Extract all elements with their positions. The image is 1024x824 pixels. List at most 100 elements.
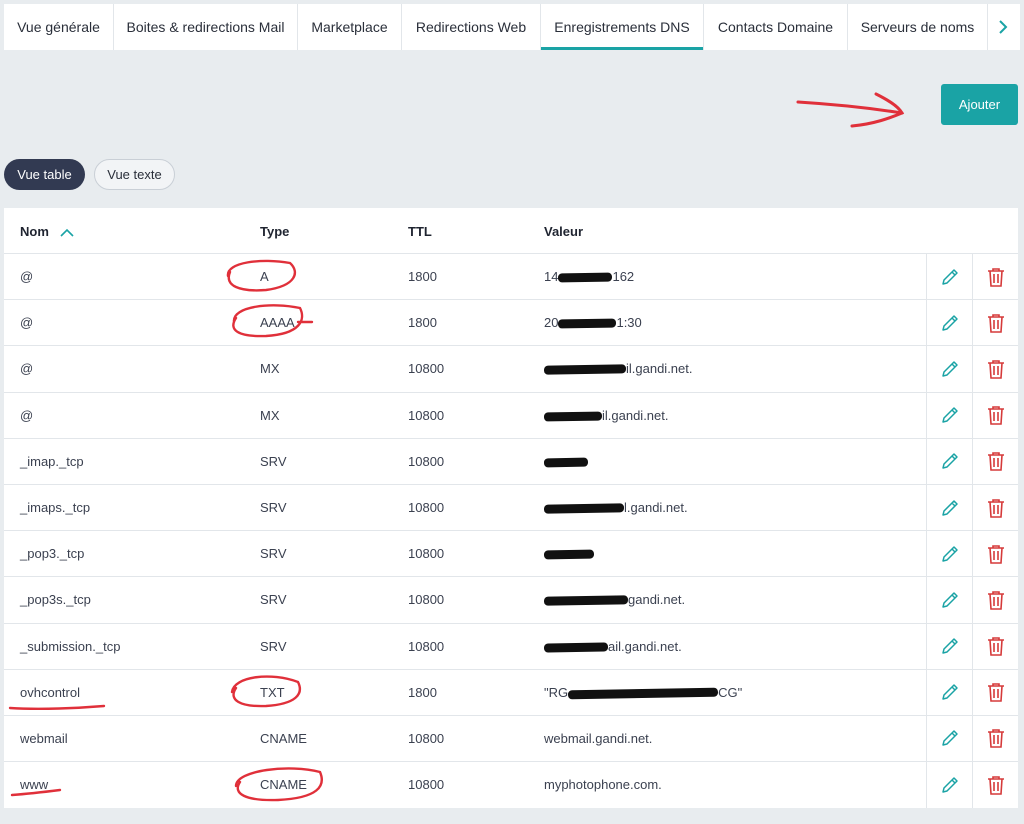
table-row: _submission._tcp SRV 10800 ail.gandi.net… bbox=[4, 623, 1018, 670]
table-row: @ A 1800 14 162 bbox=[4, 254, 1018, 301]
delete-button[interactable] bbox=[972, 531, 1018, 577]
delete-button[interactable] bbox=[972, 623, 1018, 669]
record-type: TXT bbox=[260, 684, 285, 700]
trash-icon bbox=[987, 406, 1004, 425]
column-value-header: Valeur bbox=[544, 224, 584, 239]
tab-bar: Vue générale Boites & redirections Mail … bbox=[4, 4, 1020, 50]
record-ttl: 10800 bbox=[408, 407, 445, 423]
edit-button[interactable] bbox=[926, 392, 972, 438]
record-ttl: 10800 bbox=[408, 592, 445, 608]
edit-button[interactable] bbox=[926, 531, 972, 577]
record-name: _imaps._tcp bbox=[20, 499, 91, 515]
chevron-up-icon[interactable] bbox=[59, 228, 75, 238]
delete-button[interactable] bbox=[972, 484, 1018, 531]
column-type-header: Type bbox=[260, 224, 290, 239]
record-ttl: 10800 bbox=[408, 453, 445, 469]
record-value: il.gandi.net. bbox=[543, 408, 669, 423]
redaction-mark bbox=[543, 411, 603, 422]
edit-button[interactable] bbox=[926, 623, 972, 669]
table-row: @ AAAA 1800 20 1:30 bbox=[4, 300, 1018, 347]
tab-dns-records[interactable]: Enregistrements DNS bbox=[541, 4, 704, 50]
table-row: _imap._tcp SRV 10800 bbox=[4, 438, 1018, 485]
edit-button[interactable] bbox=[926, 669, 972, 715]
edit-button[interactable] bbox=[926, 715, 972, 762]
record-ttl: 10800 bbox=[408, 777, 445, 793]
delete-button[interactable] bbox=[972, 300, 1018, 346]
pencil-icon bbox=[941, 453, 958, 470]
view-text-toggle[interactable]: Vue texte bbox=[94, 159, 175, 190]
trash-icon bbox=[987, 498, 1004, 518]
edit-button[interactable] bbox=[926, 577, 972, 623]
trash-icon bbox=[987, 452, 1004, 472]
delete-button[interactable] bbox=[972, 254, 1018, 300]
record-name: _pop3s._tcp bbox=[20, 592, 91, 608]
delete-button[interactable] bbox=[972, 392, 1018, 438]
pencil-icon bbox=[941, 268, 958, 285]
delete-button[interactable] bbox=[972, 438, 1018, 484]
record-value: 14 162 bbox=[544, 269, 635, 284]
redaction-mark bbox=[558, 318, 617, 329]
record-value: gandi.net. bbox=[543, 592, 685, 607]
delete-button[interactable] bbox=[972, 577, 1018, 623]
tab-name-servers[interactable]: Serveurs de noms bbox=[848, 4, 988, 50]
edit-button[interactable] bbox=[926, 762, 972, 809]
tab-mail[interactable]: Boites & redirections Mail bbox=[114, 4, 298, 50]
table-row: @ MX 10800 il.gandi.net. bbox=[4, 392, 1018, 439]
edit-button[interactable] bbox=[926, 254, 972, 300]
redaction-mark bbox=[543, 457, 589, 468]
delete-button[interactable] bbox=[972, 762, 1018, 809]
add-record-button[interactable]: Ajouter bbox=[941, 84, 1018, 125]
chevron-right-icon[interactable] bbox=[988, 4, 1018, 50]
dns-records-table: Nom Type TTL Valeur @ A 1800 14 162 @ AAA… bbox=[4, 208, 1018, 809]
delete-button[interactable] bbox=[972, 669, 1018, 715]
table-row: ovhcontrol TXT 1800 "RG CG" bbox=[4, 669, 1018, 716]
record-name: www bbox=[20, 777, 49, 793]
redaction-mark bbox=[543, 595, 629, 607]
redaction-mark bbox=[543, 549, 595, 560]
record-value: "RG CG" bbox=[544, 684, 743, 700]
delete-button[interactable] bbox=[972, 346, 1018, 392]
trash-icon bbox=[987, 360, 1004, 379]
column-name-header[interactable]: Nom bbox=[20, 224, 75, 239]
record-type: SRV bbox=[260, 499, 287, 515]
edit-button[interactable] bbox=[926, 484, 972, 531]
record-name: webmail bbox=[20, 730, 68, 746]
trash-icon bbox=[987, 683, 1004, 703]
record-type: SRV bbox=[260, 638, 287, 654]
tab-web-redirects[interactable]: Redirections Web bbox=[402, 4, 541, 50]
record-type: SRV bbox=[260, 546, 287, 562]
record-value: myphotophone.com. bbox=[544, 777, 662, 793]
redaction-mark bbox=[543, 364, 627, 376]
record-type: MX bbox=[260, 407, 280, 423]
tab-overview[interactable]: Vue générale bbox=[4, 4, 114, 50]
view-table-toggle[interactable]: Vue table bbox=[4, 159, 85, 190]
record-name: _imap._tcp bbox=[20, 453, 84, 469]
edit-button[interactable] bbox=[926, 346, 972, 392]
record-ttl: 10800 bbox=[408, 499, 445, 515]
record-type: CNAME bbox=[260, 730, 307, 746]
record-ttl: 10800 bbox=[408, 730, 445, 746]
trash-icon bbox=[987, 267, 1004, 287]
record-type: MX bbox=[260, 361, 280, 377]
redaction-mark bbox=[543, 503, 625, 514]
trash-icon bbox=[987, 313, 1004, 333]
redaction-mark bbox=[558, 272, 613, 283]
tab-domain-contacts[interactable]: Contacts Domaine bbox=[704, 4, 848, 50]
delete-button[interactable] bbox=[972, 715, 1018, 762]
table-row: _pop3s._tcp SRV 10800 gandi.net. bbox=[4, 577, 1018, 624]
edit-button[interactable] bbox=[926, 438, 972, 484]
record-name: @ bbox=[20, 269, 34, 284]
record-type: SRV bbox=[260, 592, 287, 608]
tab-marketplace[interactable]: Marketplace bbox=[298, 4, 402, 50]
record-name: @ bbox=[20, 407, 34, 423]
pencil-icon bbox=[941, 361, 958, 377]
edit-button[interactable] bbox=[926, 300, 972, 346]
column-ttl-header: TTL bbox=[408, 224, 432, 239]
record-ttl: 1800 bbox=[408, 269, 437, 284]
trash-icon bbox=[987, 591, 1004, 610]
trash-icon bbox=[987, 776, 1004, 795]
record-value: 20 1:30 bbox=[544, 315, 642, 331]
record-value: il.gandi.net. bbox=[543, 361, 693, 376]
pencil-icon bbox=[941, 545, 958, 562]
table-row: _imaps._tcp SRV 10800 l.gandi.net. bbox=[4, 484, 1018, 532]
